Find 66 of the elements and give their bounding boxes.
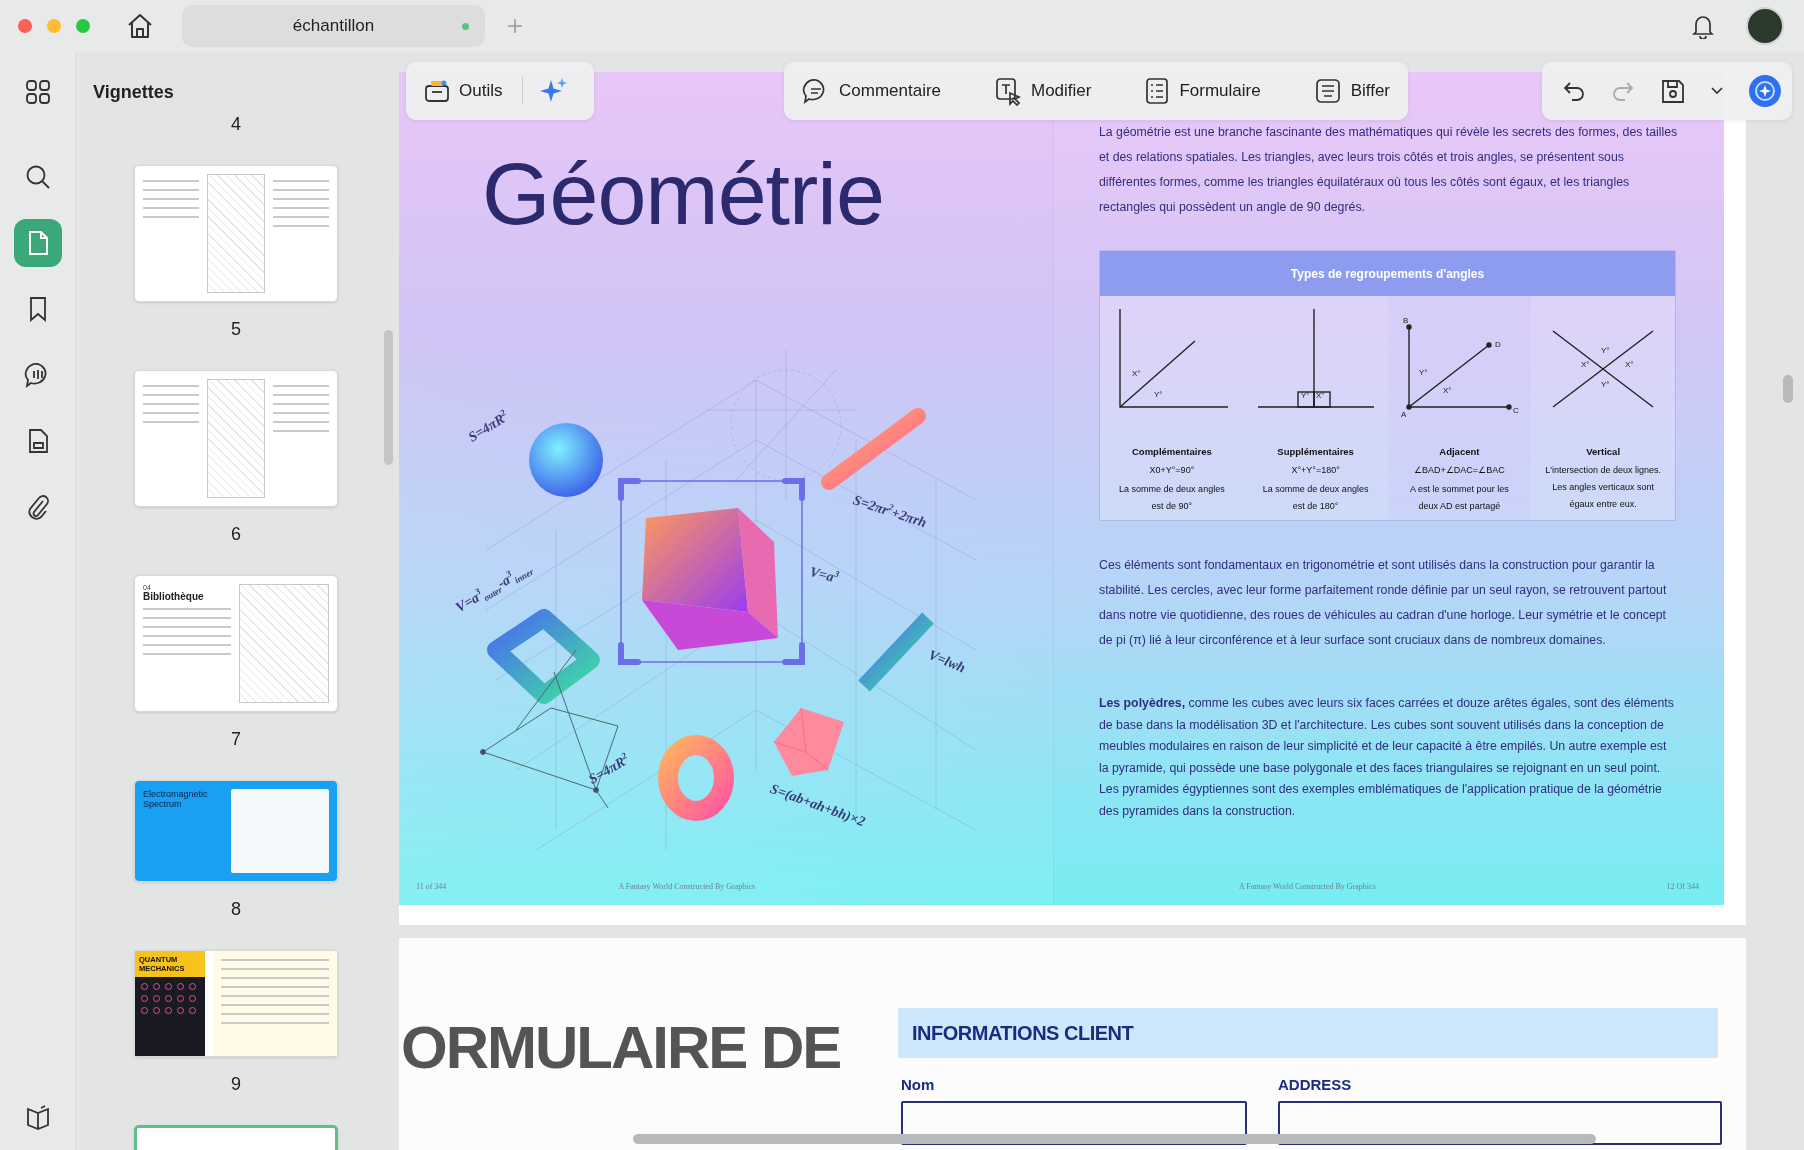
scrollbar-thumb[interactable] [633,1134,1596,1144]
page-number: 4 [231,114,241,134]
page-thumbnail[interactable]: Electromagnetic Spectrum [134,780,338,882]
text-cursor-icon [994,76,1022,106]
complementary-angle-diagram: X° Y° [1109,301,1234,425]
column-description: La somme de deux angles est de 180° [1261,483,1370,513]
panel-title: Vignettes [92,81,175,104]
paperclip-icon [25,493,50,521]
page-thumbnail[interactable] [134,370,338,507]
column-title: Supplémentaires [1277,445,1354,459]
form-title: ORMULAIRE DE [400,1013,842,1083]
scrollbar-thumb[interactable] [384,330,393,465]
page-title: Géométrie [482,144,885,244]
page-number: 5 [231,319,241,339]
document-tab[interactable]: échantillon [182,5,485,47]
redact-mode-button[interactable]: Biffer [1309,71,1394,111]
page-number: 6 [231,524,241,544]
angle-formula: X0+Y°=90° [1149,464,1195,477]
column-title: Complémentaires [1132,445,1212,459]
assistant-icon[interactable] [1748,74,1782,108]
page-footer: A Fantasy World Constructed By Graphics [1239,882,1667,891]
supplementary-angle-diagram: Y° X° [1253,301,1378,425]
book-icon[interactable] [24,1104,51,1130]
body-paragraph: La géométrie est une branche fascinante des mathématiques qui révèle les secrets des formes, des tailles et des relations spatiales. Les triangles, avec leurs trois côtés et trois angles, se présentent sous différentes formes, comme les triangles équilatéraux où tous les côtés sont égaux, et les triangles rectangles qui possèdent un angle de 90 degrés. [1099,124,1679,216]
body-paragraph: Les polyèdres, comme les cubes avec leurs six faces carrées et douze arêtes égales, sont des éléments de base dans la modélisation 3D et l'architecture. Les cubes sont souvent utilisés dans la conception de meubles modulaires en raison de leur simplicité et de leur capacité à être empilés. Un autre exemple est la pyramide, qui possède une base polygonale et des faces triangulaires se rejoignant en un seul point. Les pyramides égyptiennes sont des exemples emblématiques de l'application pratique de la géométrie des pyramides dans la construction. [1099,695,1675,820]
body-paragraph: Ces éléments sont fondamentaux en trigonométrie et sont utilisés dans la construction pour garantir la stabilité. Les cercles, avec leur forme parfaitement ronde définie par un seul rayon, se retrouvent partout dans notre vie quotidienne, des roues de véhicules au cadran d'une horloge. Leur symétrie et le concept de pi (π) lié à leur circonférence et à leur surface sont cruciaux dans de nombreux domaines. [1099,557,1668,649]
page-number: 7 [231,729,241,749]
page-number: 11 of 344 [416,882,447,891]
form-mode-button[interactable]: Formulaire [1140,71,1265,111]
scrollbar-thumb[interactable] [1783,375,1793,403]
formula-label: S=2πr$^{2}$+2πrh [851,491,929,532]
chevron-down-icon[interactable] [1711,87,1723,95]
page-footer: A Fantasy World Constructed By Graphics [618,882,756,891]
formula-label: V=a$^{3}$ [808,563,841,587]
list-icon [1144,77,1171,105]
bell-icon[interactable] [1692,13,1714,39]
field-label: Nom [901,1076,936,1093]
avatar[interactable] [1746,7,1784,45]
page-number: 9 [231,1074,241,1094]
column-title: Adjacent [1439,445,1480,459]
column-description: A est le sommet pour les deux AD est partagé [1409,483,1510,513]
page-thumbnail[interactable] [134,165,338,302]
angle-formula: ∠BAD+∠DAC=∠BAC [1414,464,1505,477]
angle-formula: X°+Y°=180° [1291,464,1340,477]
redact-icon [1313,77,1342,105]
home-icon[interactable] [126,13,154,39]
comment-mode-button[interactable]: Commentaire [798,71,946,111]
toolbox-icon [424,79,450,103]
undo-icon[interactable] [1562,80,1586,102]
column-description: L'intersection de deux lignes. Les angles verticaux sont égaux entre eux. [1544,464,1662,511]
adjacent-angle-diagram: B D Y° X° A C [1397,301,1522,425]
column-description: La somme de deux angles est de 90° [1118,483,1226,513]
page-number: 8 [231,899,241,919]
page-number: 12 Of 344 [1666,882,1699,891]
formula-label: V=lwh [926,647,968,677]
page-rail-button[interactable] [13,219,62,267]
grid-icon [24,79,51,105]
section-header: INFORMATIONS CLIENT [898,1008,1718,1058]
save-icon[interactable] [1660,77,1686,105]
table-header: Types de regroupements d'angles [1100,251,1675,296]
edit-mode-button[interactable]: Modifier [990,70,1096,112]
search-icon [24,164,51,190]
column-title: Vertical [1586,445,1621,459]
tools-button[interactable]: Outils [420,73,507,109]
vertical-angle-diagram: Y° X° X° Y° [1541,301,1666,425]
field-label: ADDRESS [1278,1076,1353,1093]
